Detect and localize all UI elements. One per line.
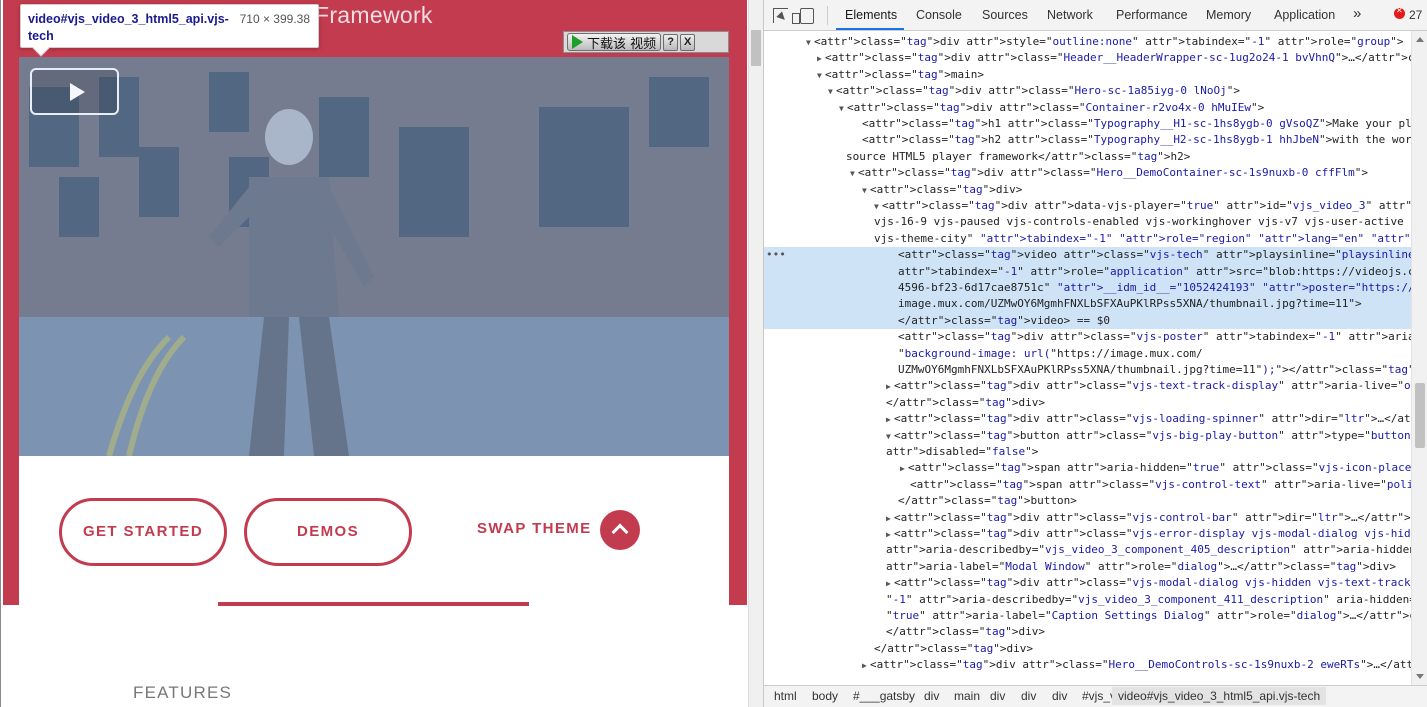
- dom-node-line[interactable]: ▶ <attr">class="tag">div attr">class="Her…: [764, 657, 1412, 674]
- tab-console[interactable]: Console: [916, 8, 962, 22]
- dom-node-line[interactable]: ▼ <attr">class="tag">div attr">class="Her…: [764, 83, 1412, 100]
- video-player[interactable]: [19, 57, 729, 456]
- dom-node-line[interactable]: <attr">class="tag">video attr">class="vj…: [764, 247, 1412, 264]
- inspect-element-icon[interactable]: [773, 8, 788, 23]
- more-tabs-button[interactable]: »: [1353, 5, 1361, 22]
- page-scrollbar[interactable]: [748, 0, 763, 707]
- dom-node-line[interactable]: ▼ <attr">class="tag">div attr">class="Con…: [764, 100, 1412, 117]
- download-toolbar: 下载该 视频 ? X: [563, 31, 729, 53]
- breadcrumb-item[interactable]: div: [1050, 689, 1069, 703]
- breadcrumb-item[interactable]: div: [922, 689, 941, 703]
- breadcrumb-item[interactable]: video#vjs_video_3_html5_api.vjs-tech: [1112, 687, 1327, 705]
- dom-node-line[interactable]: UZMwOY6MgmhFNXLbSFXAuPKlRPss5XNA/thumbna…: [764, 362, 1412, 379]
- swap-theme-label[interactable]: SWAP THEME: [477, 520, 592, 537]
- breadcrumb-item[interactable]: div: [988, 689, 1007, 703]
- dom-node-line[interactable]: ▶ <attr">class="tag">div attr">class="Hea…: [764, 50, 1412, 67]
- elements-scrollbar-thumb[interactable]: [1415, 383, 1425, 448]
- scroll-up-icon[interactable]: [1416, 37, 1424, 42]
- features-heading: FEATURES: [133, 683, 233, 702]
- dom-node-line[interactable]: attr">tabindex="-1" attr">role="applicat…: [764, 263, 1412, 281]
- tooltip-tag: video: [28, 12, 61, 26]
- dom-node-line[interactable]: attr">disabled="false">: [764, 444, 1412, 461]
- breadcrumb: htmlbody#___gatsbydivmaindivdivdiv#vjs_v…: [764, 685, 1427, 707]
- toolbar-divider: [827, 6, 828, 25]
- breadcrumb-item[interactable]: html: [772, 689, 799, 703]
- dom-node-line[interactable]: source HTML5 player framework</attr">cla…: [764, 149, 1412, 166]
- devtools-panel: Elements Console Sources Network Perform…: [763, 0, 1427, 707]
- dom-node-line[interactable]: 4596-bf23-6d17cae8751c" "attr">__idm_id_…: [764, 280, 1412, 297]
- tab-performance[interactable]: Performance: [1116, 8, 1188, 22]
- hero-title: Framework: [315, 2, 433, 28]
- download-label: 下载该 视频: [587, 36, 657, 52]
- video-highlight-overlay: [19, 57, 729, 456]
- viewport-edge: [0, 0, 1, 707]
- breadcrumb-item[interactable]: div: [1019, 689, 1038, 703]
- dom-node-line[interactable]: "background-image: url("https://image.mu…: [764, 346, 1412, 363]
- dom-node-line[interactable]: vjs-16-9 vjs-paused vjs-controls-enabled…: [764, 214, 1412, 231]
- tooltip-size: 710 × 399.38: [239, 12, 310, 26]
- dom-node-line[interactable]: ▶ <attr">class="tag">div attr">class="vjs…: [764, 510, 1412, 527]
- breadcrumb-item[interactable]: #___gatsby: [851, 689, 917, 703]
- dom-node-line[interactable]: attr">aria-label="Modal Window" attr">ro…: [764, 559, 1412, 576]
- dom-node-line[interactable]: </attr">class="tag">video> == $0: [764, 312, 1412, 330]
- error-count[interactable]: 27: [1409, 8, 1422, 22]
- dom-node-line[interactable]: <attr">class="tag">span attr">class="vjs…: [764, 477, 1412, 494]
- tab-elements[interactable]: Elements: [845, 8, 897, 22]
- download-close-button[interactable]: X: [680, 33, 696, 51]
- dom-node-line[interactable]: attr">aria-describedby="vjs_video_3_comp…: [764, 542, 1412, 559]
- download-play-icon: [572, 35, 583, 49]
- big-play-button[interactable]: [30, 68, 119, 115]
- dom-node-line[interactable]: </attr">class="tag">button>: [764, 493, 1412, 510]
- dom-node-line[interactable]: "-1" attr">aria-describedby="vjs_video_3…: [764, 592, 1412, 609]
- devtools-toolbar: Elements Console Sources Network Perform…: [764, 0, 1427, 31]
- dom-node-line[interactable]: ▼ <attr">class="tag">button attr">class="…: [764, 428, 1412, 445]
- dom-node-line[interactable]: ▼ <attr">class="tag">div>: [764, 182, 1412, 199]
- dom-node-line[interactable]: <attr">class="tag">div attr">class="vjs-…: [764, 329, 1412, 346]
- swap-theme-button[interactable]: [600, 510, 640, 550]
- dom-node-line[interactable]: </attr">class="tag">div>: [764, 624, 1412, 641]
- get-started-button[interactable]: GET STARTED: [59, 498, 227, 566]
- tab-network[interactable]: Network: [1047, 8, 1093, 22]
- element-inspect-tooltip: video#vjs_video_3_html5_api.vjs-tech 710…: [20, 4, 319, 57]
- elements-scrollbar[interactable]: [1411, 31, 1427, 685]
- dom-node-line[interactable]: ▶ <attr">class="tag">div attr">class="vjs…: [764, 526, 1412, 543]
- active-tab-indicator: [836, 28, 904, 30]
- elements-tree[interactable]: ▼ <attr">class="tag">div attr">style="out…: [764, 31, 1412, 685]
- breadcrumb-item[interactable]: body: [810, 689, 840, 703]
- tab-application[interactable]: Application: [1274, 8, 1335, 22]
- tab-memory[interactable]: Memory: [1206, 8, 1251, 22]
- tab-sources[interactable]: Sources: [982, 8, 1028, 22]
- dom-node-line[interactable]: ▼ <attr">class="tag">div attr">data-vjs-p…: [764, 198, 1412, 215]
- scroll-down-icon[interactable]: [1416, 674, 1424, 679]
- download-help-button[interactable]: ?: [663, 33, 679, 51]
- dom-node-line[interactable]: vjs-theme-city" "attr">tabindex="-1" "at…: [764, 231, 1412, 248]
- breadcrumb-item[interactable]: main: [952, 689, 982, 703]
- dom-node-line[interactable]: </attr">class="tag">div>: [764, 395, 1412, 412]
- dom-node-line[interactable]: ▼ <attr">class="tag">div attr">style="out…: [764, 34, 1412, 51]
- dom-node-line[interactable]: <attr">class="tag">h2 attr">class="Typog…: [764, 132, 1412, 149]
- dom-node-line[interactable]: <attr">class="tag">h1 attr">class="Typog…: [764, 116, 1412, 133]
- dom-node-line[interactable]: ▶ <attr">class="tag">div attr">class="vjs…: [764, 575, 1412, 592]
- dom-node-line[interactable]: ▶ <attr">class="tag">span attr">aria-hidd…: [764, 460, 1412, 477]
- dom-node-line[interactable]: ▶ <attr">class="tag">div attr">class="vjs…: [764, 378, 1412, 395]
- demos-button[interactable]: DEMOS: [244, 498, 412, 566]
- page-scrollbar-thumb[interactable]: [751, 30, 761, 66]
- play-icon: [70, 83, 85, 101]
- device-toolbar-icon[interactable]: [792, 8, 814, 24]
- dom-node-line[interactable]: "true" attr">aria-label="Caption Setting…: [764, 608, 1412, 625]
- tooltip-element-name: video#vjs_video_3_html5_api.vjs-tech: [28, 11, 238, 45]
- error-icon[interactable]: [1394, 6, 1405, 19]
- dom-node-line[interactable]: ▼ <attr">class="tag">div attr">class="Her…: [764, 165, 1412, 182]
- chevron-up-icon: [611, 523, 629, 541]
- dom-node-line[interactable]: image.mux.com/UZMwOY6MgmhFNXLbSFXAuPKlRP…: [764, 296, 1412, 313]
- hero-underline: [218, 602, 529, 606]
- node-actions-icon[interactable]: •••: [766, 247, 786, 264]
- page-viewport: Framework video#vjs_video_3_html5_api.vj…: [0, 0, 763, 707]
- dom-node-line[interactable]: ▶ <attr">class="tag">div attr">class="vjs…: [764, 411, 1412, 428]
- dom-node-line[interactable]: ▼ <attr">class="tag">main>: [764, 67, 1412, 84]
- dom-node-line[interactable]: </attr">class="tag">div>: [764, 641, 1412, 658]
- download-video-button[interactable]: 下载该 视频: [567, 33, 662, 52]
